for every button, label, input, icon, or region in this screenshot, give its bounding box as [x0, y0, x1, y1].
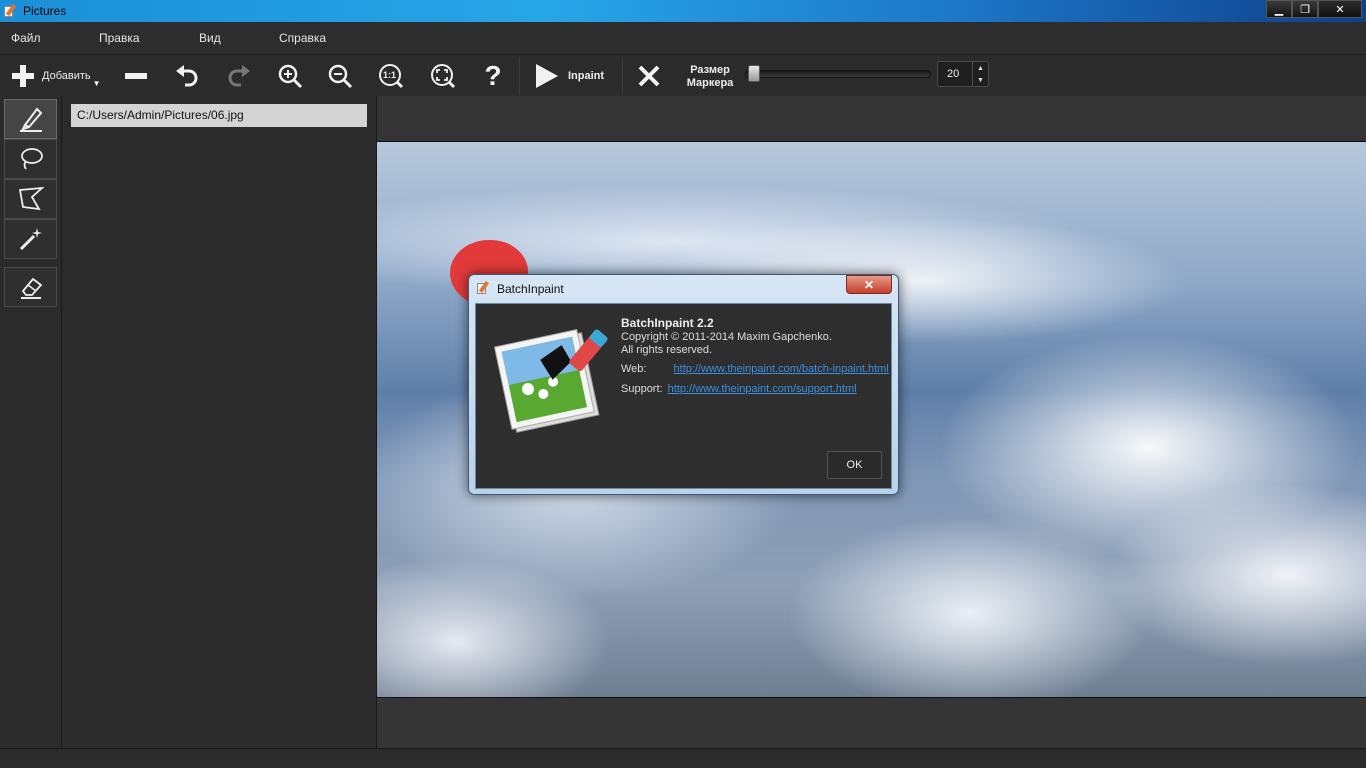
polygon-tool[interactable] [4, 179, 57, 219]
dialog-title: BatchInpaint [497, 282, 564, 296]
canvas-padding-bottom [377, 697, 1366, 748]
file-list-item[interactable]: C:/Users/Admin/Pictures/06.jpg [71, 104, 367, 127]
menu-view[interactable]: Вид [199, 31, 221, 45]
dialog-heading: BatchInpaint 2.2 [621, 316, 714, 330]
marker-size-label-line2: Маркера [686, 77, 734, 89]
marker-size-label: Размер Маркера [680, 64, 740, 90]
magic-wand-tool[interactable] [4, 219, 57, 259]
zoom-in-icon [278, 64, 303, 89]
zoom-actual-button[interactable]: 1:1 [376, 61, 406, 91]
spin-down-icon[interactable]: ▼ [973, 74, 988, 86]
support-label: Support: [621, 383, 663, 395]
spin-up-icon[interactable]: ▲ [973, 62, 988, 74]
support-row: Support: http://www.theinpaint.com/suppo… [621, 383, 857, 395]
toolbar-separator [519, 57, 520, 95]
zoom-fit-button[interactable] [428, 61, 458, 91]
lasso-icon [20, 148, 43, 170]
magic-wand-icon [19, 228, 42, 251]
close-x-icon [638, 65, 660, 87]
inpaint-label: Inpaint [568, 70, 605, 82]
ok-button[interactable]: OK [827, 451, 882, 479]
about-dialog: BatchInpaint ✕ BatchInpaint 2.2 Copyrigh… [468, 274, 899, 495]
plus-icon [12, 65, 34, 87]
marker-size-spinbox[interactable]: 20 ▲ ▼ [937, 61, 989, 87]
add-label: Добавить [42, 70, 91, 82]
maximize-button[interactable]: ❐ [1292, 0, 1318, 18]
redo-button[interactable] [223, 61, 255, 91]
zoom-fit-icon [431, 64, 456, 89]
close-button[interactable]: ✕ [1318, 0, 1362, 18]
canvas-padding-top [377, 96, 1366, 142]
tool-panel [0, 96, 62, 748]
marker-size-slider-thumb[interactable] [748, 65, 761, 82]
web-link[interactable]: http://www.theinpaint.com/batch-inpaint.… [674, 363, 889, 375]
title-bar: Pictures ▁ ❐ ✕ [0, 0, 1366, 22]
undo-button[interactable] [171, 61, 203, 91]
support-link[interactable]: http://www.theinpaint.com/support.html [668, 383, 857, 395]
zoom-out-button[interactable] [325, 61, 355, 91]
dropdown-arrow-icon: ▼ [92, 78, 101, 88]
marker-icon [19, 107, 42, 132]
web-row: Web: http://www.theinpaint.com/batch-inp… [621, 363, 889, 375]
batchinpaint-logo-icon [493, 329, 608, 433]
menu-help[interactable]: Справка [279, 31, 326, 45]
eraser-tool[interactable] [4, 267, 57, 307]
menu-edit[interactable]: Правка [99, 31, 140, 45]
marker-size-slider[interactable] [745, 70, 931, 78]
zoom-out-icon [328, 64, 353, 89]
add-button[interactable]: Добавить ▼ [10, 61, 110, 91]
play-icon [536, 64, 558, 88]
menu-file[interactable]: Файл [11, 31, 41, 45]
cancel-button[interactable] [634, 61, 664, 91]
dialog-close-button[interactable]: ✕ [846, 275, 892, 294]
status-bar [0, 748, 1366, 768]
lasso-tool[interactable] [4, 139, 57, 179]
remove-button[interactable] [121, 61, 151, 91]
window-title: Pictures [23, 4, 67, 18]
toolbar: Добавить ▼ 1:1 ? Inpaint Размер Маркера [0, 54, 1366, 96]
undo-icon [176, 65, 198, 87]
file-list-panel: C:/Users/Admin/Pictures/06.jpg [62, 96, 377, 748]
minus-icon [125, 73, 147, 79]
app-icon [4, 3, 18, 18]
help-icon: ? [484, 60, 502, 91]
rights-text: All rights reserved. [621, 344, 713, 356]
menu-bar: Файл Правка Вид Справка [0, 22, 1366, 54]
eraser-icon [20, 277, 42, 299]
polygon-lasso-icon [18, 186, 45, 211]
redo-icon [228, 65, 250, 87]
web-label: Web: [621, 363, 647, 375]
zoom-actual-label: 1:1 [383, 70, 397, 80]
marker-size-label-line1: Размер [690, 64, 730, 76]
zoom-in-button[interactable] [275, 61, 305, 91]
inpaint-button[interactable]: Inpaint [533, 61, 613, 91]
help-button[interactable]: ? [479, 60, 507, 91]
copyright-text: Copyright © 2011-2014 Maxim Gapchenko. [621, 331, 832, 343]
dialog-app-icon [477, 280, 491, 295]
marker-size-value: 20 [947, 68, 960, 80]
minimize-button[interactable]: ▁ [1266, 0, 1292, 18]
dialog-body: BatchInpaint 2.2 Copyright © 2011-2014 M… [475, 303, 892, 489]
toolbar-separator [622, 57, 623, 95]
marker-tool[interactable] [4, 99, 57, 139]
